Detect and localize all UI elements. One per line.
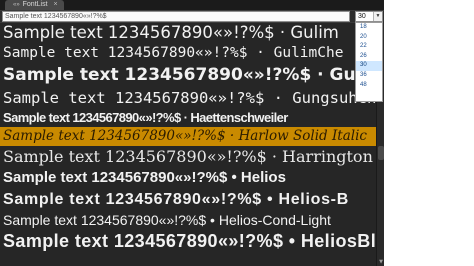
font-row-gulimche[interactable]: Sample text 1234567890«»!?%$ · GulimChe	[0, 43, 376, 64]
font-list: Sample text 1234567890«»!?%$ · Gulim Sam…	[0, 22, 376, 253]
font-row-haettenschweiler[interactable]: Sample text 1234567890«»!?%$ · Haettensc…	[0, 109, 376, 127]
tab-label: FontList	[22, 1, 48, 8]
font-row-gungsuhche[interactable]: Sample text 1234567890«»!?%$ · GungsuhCh…	[0, 87, 376, 109]
size-option[interactable]: 30	[356, 61, 382, 71]
tab-arrows-icon: «»	[13, 2, 20, 8]
font-row-harrington[interactable]: Sample text 1234567890«»!?%$ · Harringto…	[0, 146, 376, 168]
font-size-select[interactable]: 30 ▼	[355, 11, 383, 22]
sample-text-input[interactable]: Sample text 1234567890«»!?%$	[2, 11, 350, 22]
size-option[interactable]: 48	[356, 81, 382, 91]
font-row-harlow-solid-italic[interactable]: Sample text 1234567890«»!?%$ · Harlow So…	[0, 127, 376, 146]
font-row-heliosbla[interactable]: Sample text 1234567890«»!?%$ • HeliosBla	[0, 230, 376, 253]
font-row-helios[interactable]: Sample text 1234567890«»!?%$ • Helios	[0, 168, 376, 188]
font-row-gungsuh[interactable]: Sample text 1234567890«»!?%$ · Gungsuh	[0, 64, 376, 87]
close-icon[interactable]: ×	[54, 1, 58, 8]
font-row-helios-b[interactable]: Sample text 1234567890«»!?%$ • Helios-B	[0, 188, 376, 211]
size-option[interactable]: 18	[356, 23, 382, 33]
font-row-helios-cond-light[interactable]: Sample text 1234567890«»!?%$ • Helios-Co…	[0, 211, 376, 230]
tab-fontlist[interactable]: «» FontList ×	[5, 0, 64, 10]
font-row-gulim[interactable]: Sample text 1234567890«»!?%$ · Gulim	[0, 22, 376, 43]
scroll-thumb[interactable]	[378, 146, 384, 160]
size-option[interactable]: 22	[356, 42, 382, 52]
size-option[interactable]: 20	[356, 33, 382, 43]
font-list-panel: «» FontList × Sample text 1234567890«»!?…	[0, 0, 384, 266]
font-size-value: 30	[358, 13, 366, 20]
font-size-dropdown: 18 20 22 26 30 36 48	[355, 22, 383, 102]
panel-titlebar: «» FontList ×	[0, 0, 384, 11]
size-option[interactable]: 26	[356, 52, 382, 62]
size-option[interactable]: 36	[356, 71, 382, 81]
chevron-down-icon[interactable]: ▼	[373, 12, 382, 21]
scroll-down-icon[interactable]: ▼	[377, 258, 384, 266]
